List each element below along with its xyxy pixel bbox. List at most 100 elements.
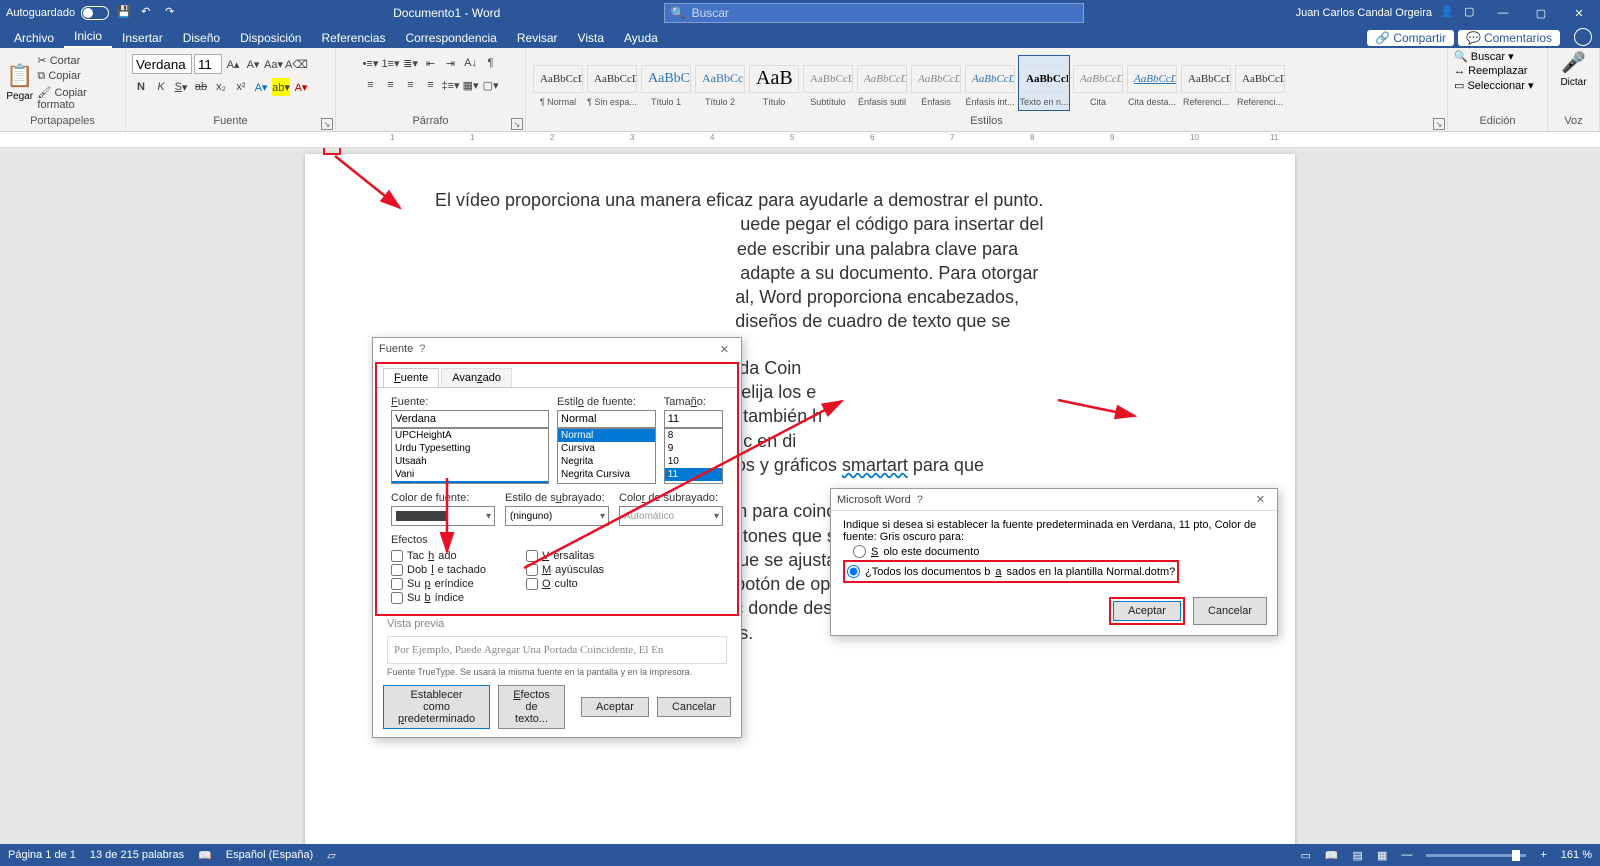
styles-dialog-launcher[interactable]: ↘ bbox=[1433, 118, 1445, 130]
decrease-indent-icon[interactable]: ⇤ bbox=[422, 54, 440, 72]
clear-format-icon[interactable]: A⌫ bbox=[285, 55, 308, 73]
chk-smallcaps[interactable]: Versalitas bbox=[526, 550, 604, 562]
confirm-ok-button[interactable]: Aceptar bbox=[1113, 601, 1181, 621]
status-zoom[interactable]: 161 % bbox=[1561, 849, 1592, 861]
redo-icon[interactable]: ↷ bbox=[165, 5, 181, 21]
cut-button[interactable]: ✂ Cortar bbox=[37, 54, 119, 67]
styles-gallery[interactable]: AaBbCcDc¶ NormalAaBbCcDc¶ Sin espa...AaB… bbox=[532, 55, 1286, 111]
ruler[interactable]: 112 345 678 91011 bbox=[0, 132, 1600, 148]
text-effects-icon[interactable]: A▾ bbox=[252, 78, 270, 96]
change-case-icon[interactable]: Aa▾ bbox=[264, 55, 283, 73]
font-name-field[interactable] bbox=[391, 410, 549, 428]
underline-icon[interactable]: S▾ bbox=[172, 78, 190, 96]
copy-button[interactable]: ⧉ Copiar bbox=[37, 70, 119, 83]
font-name-input[interactable] bbox=[132, 54, 192, 74]
chk-hidden[interactable]: Oculto bbox=[526, 578, 604, 590]
size-list[interactable]: 89101112 bbox=[664, 428, 723, 484]
replace-button[interactable]: ↔ Reemplazar bbox=[1454, 65, 1527, 77]
paragraph-dialog-launcher[interactable]: ↘ bbox=[511, 118, 523, 130]
read-mode-icon[interactable]: 📖 bbox=[1325, 849, 1339, 862]
style-referenci-[interactable]: AaBbCcDcReferenci... bbox=[1180, 55, 1232, 111]
radio-all-docs[interactable]: ¿Todos los documentos basados en la plan… bbox=[847, 565, 1175, 578]
set-default-button[interactable]: Establecer como predeterminado bbox=[383, 685, 490, 729]
zoom-out-icon[interactable]: — bbox=[1401, 849, 1412, 861]
tab-file[interactable]: Archivo bbox=[4, 28, 64, 48]
strike-icon[interactable]: ab bbox=[192, 78, 210, 96]
accessibility-icon[interactable]: ▱ bbox=[327, 849, 335, 862]
radio-this-doc[interactable]: Solo este documento bbox=[853, 545, 1265, 558]
tab-view[interactable]: Vista bbox=[568, 28, 614, 48]
minimize-button[interactable]: — bbox=[1488, 7, 1518, 19]
subscript-icon[interactable]: x₂ bbox=[212, 78, 230, 96]
tab-insert[interactable]: Insertar bbox=[112, 28, 173, 48]
font-size-field[interactable] bbox=[664, 410, 723, 428]
chk-allcaps[interactable]: Mayúsculas bbox=[526, 564, 604, 576]
font-color-icon[interactable]: A▾ bbox=[292, 78, 310, 96]
select-button[interactable]: ▭ Seleccionar ▾ bbox=[1454, 79, 1534, 92]
multilevel-icon[interactable]: ≣▾ bbox=[402, 54, 420, 72]
chk-super[interactable]: Superíndice bbox=[391, 578, 486, 590]
underline-color-dropdown[interactable]: Automático bbox=[619, 506, 723, 526]
user-name[interactable]: Juan Carlos Candal Orgeira bbox=[1296, 7, 1432, 19]
user-avatar-icon[interactable]: 👤 bbox=[1440, 5, 1456, 21]
focus-mode-icon[interactable]: ▭ bbox=[1300, 849, 1310, 862]
paste-label[interactable]: Pegar bbox=[6, 91, 33, 102]
tab-references[interactable]: Referencias bbox=[311, 28, 395, 48]
font-dialog-launcher[interactable]: ↘ bbox=[321, 118, 333, 130]
format-painter-button[interactable]: 🖌 Copiar formato bbox=[37, 86, 119, 111]
show-marks-icon[interactable]: ¶ bbox=[482, 54, 500, 72]
tab-layout[interactable]: Disposición bbox=[230, 28, 311, 48]
tab-advanced[interactable]: Avanzado bbox=[441, 368, 512, 387]
style-t-tulo[interactable]: AaBTítulo bbox=[748, 55, 800, 111]
comments-button[interactable]: 💬 Comentarios bbox=[1458, 30, 1560, 46]
underline-dropdown[interactable]: (ninguno) bbox=[505, 506, 609, 526]
confirm-cancel-button[interactable]: Cancelar bbox=[1193, 597, 1267, 625]
align-left-icon[interactable]: ≡ bbox=[361, 76, 379, 94]
share-button[interactable]: 🔗 Compartir bbox=[1367, 30, 1454, 46]
dictate-label[interactable]: Dictar bbox=[1560, 77, 1586, 88]
style-cita-desta-[interactable]: AaBbCcDcCita desta... bbox=[1126, 55, 1178, 111]
tab-help[interactable]: Ayuda bbox=[614, 28, 668, 48]
style--nfasis[interactable]: AaBbCcDcÉnfasis bbox=[910, 55, 962, 111]
save-icon[interactable]: 💾 bbox=[117, 5, 133, 21]
chk-sub[interactable]: Subíndice bbox=[391, 592, 486, 604]
help-icon[interactable]: ? bbox=[413, 343, 431, 355]
maximize-button[interactable]: ▢ bbox=[1526, 7, 1556, 20]
sort-icon[interactable]: A↓ bbox=[462, 54, 480, 72]
style-cita[interactable]: AaBbCcDcCita bbox=[1072, 55, 1124, 111]
close-icon[interactable]: ✕ bbox=[1250, 493, 1271, 506]
shrink-font-icon[interactable]: A▾ bbox=[244, 55, 262, 73]
web-layout-icon[interactable]: ▦ bbox=[1377, 849, 1387, 862]
autosave-toggle[interactable] bbox=[81, 6, 109, 20]
print-layout-icon[interactable]: ▤ bbox=[1353, 849, 1363, 862]
close-icon[interactable]: ✕ bbox=[714, 343, 735, 356]
style-texto-en-n-[interactable]: AaBbCcDcTexto en n... bbox=[1018, 55, 1070, 111]
tab-review[interactable]: Revisar bbox=[507, 28, 568, 48]
ok-button[interactable]: Aceptar bbox=[581, 697, 649, 717]
text-effects-button[interactable]: Efectos de texto... bbox=[498, 685, 565, 729]
status-lang[interactable]: Español (España) bbox=[226, 849, 313, 861]
undo-icon[interactable]: ↶ bbox=[141, 5, 157, 21]
bold-icon[interactable]: N bbox=[132, 78, 150, 96]
tab-home[interactable]: Inicio bbox=[64, 26, 112, 48]
justify-icon[interactable]: ≡ bbox=[421, 76, 439, 94]
italic-icon[interactable]: K bbox=[152, 78, 170, 96]
dictate-icon[interactable]: 🎤 bbox=[1561, 50, 1586, 75]
font-list[interactable]: UPCHeightAUrdu TypesettingUtsaahVaniVerd… bbox=[391, 428, 549, 484]
feedback-icon[interactable] bbox=[1574, 28, 1592, 46]
align-right-icon[interactable]: ≡ bbox=[401, 76, 419, 94]
style--nfasis-sutil[interactable]: AaBbCcDcÉnfasis sutil bbox=[856, 55, 908, 111]
highlight-icon[interactable]: ab▾ bbox=[272, 78, 290, 96]
chk-dstrike[interactable]: Doble tachado bbox=[391, 564, 486, 576]
tab-font[interactable]: FFuenteuente bbox=[383, 368, 439, 387]
style-referenci-[interactable]: AaBbCcDcReferenci... bbox=[1234, 55, 1286, 111]
find-button[interactable]: 🔍 Buscar ▾ bbox=[1454, 50, 1514, 63]
increase-indent-icon[interactable]: ⇥ bbox=[442, 54, 460, 72]
chk-strike[interactable]: Tachado bbox=[391, 550, 486, 562]
style--normal[interactable]: AaBbCcDc¶ Normal bbox=[532, 55, 584, 111]
status-page[interactable]: Página 1 de 1 bbox=[8, 849, 76, 861]
superscript-icon[interactable]: x² bbox=[232, 78, 250, 96]
search-box[interactable]: 🔍 Buscar bbox=[664, 3, 1084, 23]
font-style-field[interactable] bbox=[557, 410, 656, 428]
zoom-in-icon[interactable]: + bbox=[1540, 849, 1546, 861]
